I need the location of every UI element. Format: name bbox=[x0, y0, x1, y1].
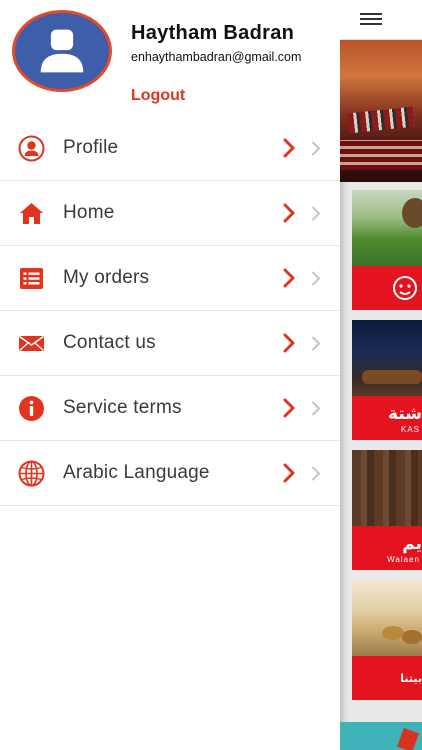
menu-item-service-terms[interactable]: Service terms bbox=[0, 376, 340, 441]
disclosure-chevron-icon bbox=[312, 401, 320, 416]
chevron-right-icon bbox=[283, 203, 295, 223]
menu-label: Service terms bbox=[63, 397, 182, 418]
restaurant-photo bbox=[352, 580, 422, 656]
globe-icon bbox=[18, 460, 45, 487]
drawer-menu: Profile Home My orders Contact us Servic… bbox=[0, 116, 340, 506]
restaurant-brand-sub: Walaen bbox=[387, 555, 420, 564]
top-nav-bar bbox=[340, 0, 422, 40]
menu-label: My orders bbox=[63, 267, 150, 288]
restaurant-card[interactable]: يم Walaen bbox=[352, 450, 422, 570]
chevron-right-icon bbox=[283, 268, 295, 288]
user-email: enhaythambadran@gmail.com bbox=[131, 50, 302, 64]
chevron-right-icon bbox=[283, 138, 295, 158]
menu-item-my-orders[interactable]: My orders bbox=[0, 246, 340, 311]
restaurant-photo bbox=[352, 320, 422, 396]
disclosure-chevron-icon bbox=[312, 466, 320, 481]
restaurant-brand-bar: يم Walaen bbox=[352, 526, 422, 570]
menu-label: Arabic Language bbox=[63, 462, 210, 483]
restaurant-brand-sub: KAS bbox=[400, 425, 420, 434]
restaurant-card[interactable] bbox=[352, 190, 422, 310]
disclosure-chevron-icon bbox=[312, 336, 320, 351]
disclosure-chevron-icon bbox=[312, 206, 320, 221]
chevron-right-icon bbox=[283, 398, 295, 418]
chevron-right-icon bbox=[283, 463, 295, 483]
main-content-peek[interactable]: شتة KAS يم Walaen بيتنا bbox=[340, 0, 422, 750]
restaurant-brand-bar: شتة KAS bbox=[352, 396, 422, 440]
info-icon bbox=[18, 395, 45, 422]
menu-label: Contact us bbox=[63, 332, 156, 353]
chevron-right-icon bbox=[283, 333, 295, 353]
menu-label: Home bbox=[63, 202, 115, 223]
restaurant-card[interactable]: شتة KAS bbox=[352, 320, 422, 440]
user-name: Haytham Badran bbox=[131, 22, 295, 44]
restaurant-photo bbox=[352, 450, 422, 526]
restaurant-brand-bar bbox=[352, 266, 422, 310]
restaurant-brand-bar: بيتنا bbox=[352, 656, 422, 700]
side-drawer: Haytham Badran enhaythambadran@gmail.com… bbox=[0, 0, 340, 750]
disclosure-chevron-icon bbox=[312, 141, 320, 156]
restaurant-card[interactable]: بيتنا bbox=[352, 580, 422, 700]
restaurant-brand-name: بيتنا bbox=[400, 672, 422, 685]
mail-icon bbox=[18, 330, 45, 357]
avatar[interactable] bbox=[12, 10, 112, 92]
menu-label: Profile bbox=[63, 137, 119, 158]
hamburger-menu-icon[interactable] bbox=[360, 13, 382, 27]
restaurant-brand-name: يم bbox=[402, 534, 422, 554]
hero-banner[interactable] bbox=[340, 40, 422, 182]
list-icon bbox=[18, 265, 45, 292]
menu-item-profile[interactable]: Profile bbox=[0, 116, 340, 181]
sheep-logo-icon bbox=[393, 276, 417, 300]
disclosure-chevron-icon bbox=[312, 271, 320, 286]
profile-header: Haytham Badran enhaythambadran@gmail.com… bbox=[0, 0, 340, 116]
logout-link[interactable]: Logout bbox=[131, 87, 185, 105]
menu-item-home[interactable]: Home bbox=[0, 181, 340, 246]
user-silhouette-icon bbox=[40, 29, 84, 73]
bottom-promo-strip bbox=[340, 722, 422, 750]
menu-item-arabic-language[interactable]: Arabic Language bbox=[0, 441, 340, 506]
restaurant-photo bbox=[352, 190, 422, 266]
menu-item-contact-us[interactable]: Contact us bbox=[0, 311, 340, 376]
home-icon bbox=[18, 200, 45, 227]
person-icon bbox=[18, 135, 45, 162]
restaurant-brand-name: شتة bbox=[388, 404, 422, 424]
